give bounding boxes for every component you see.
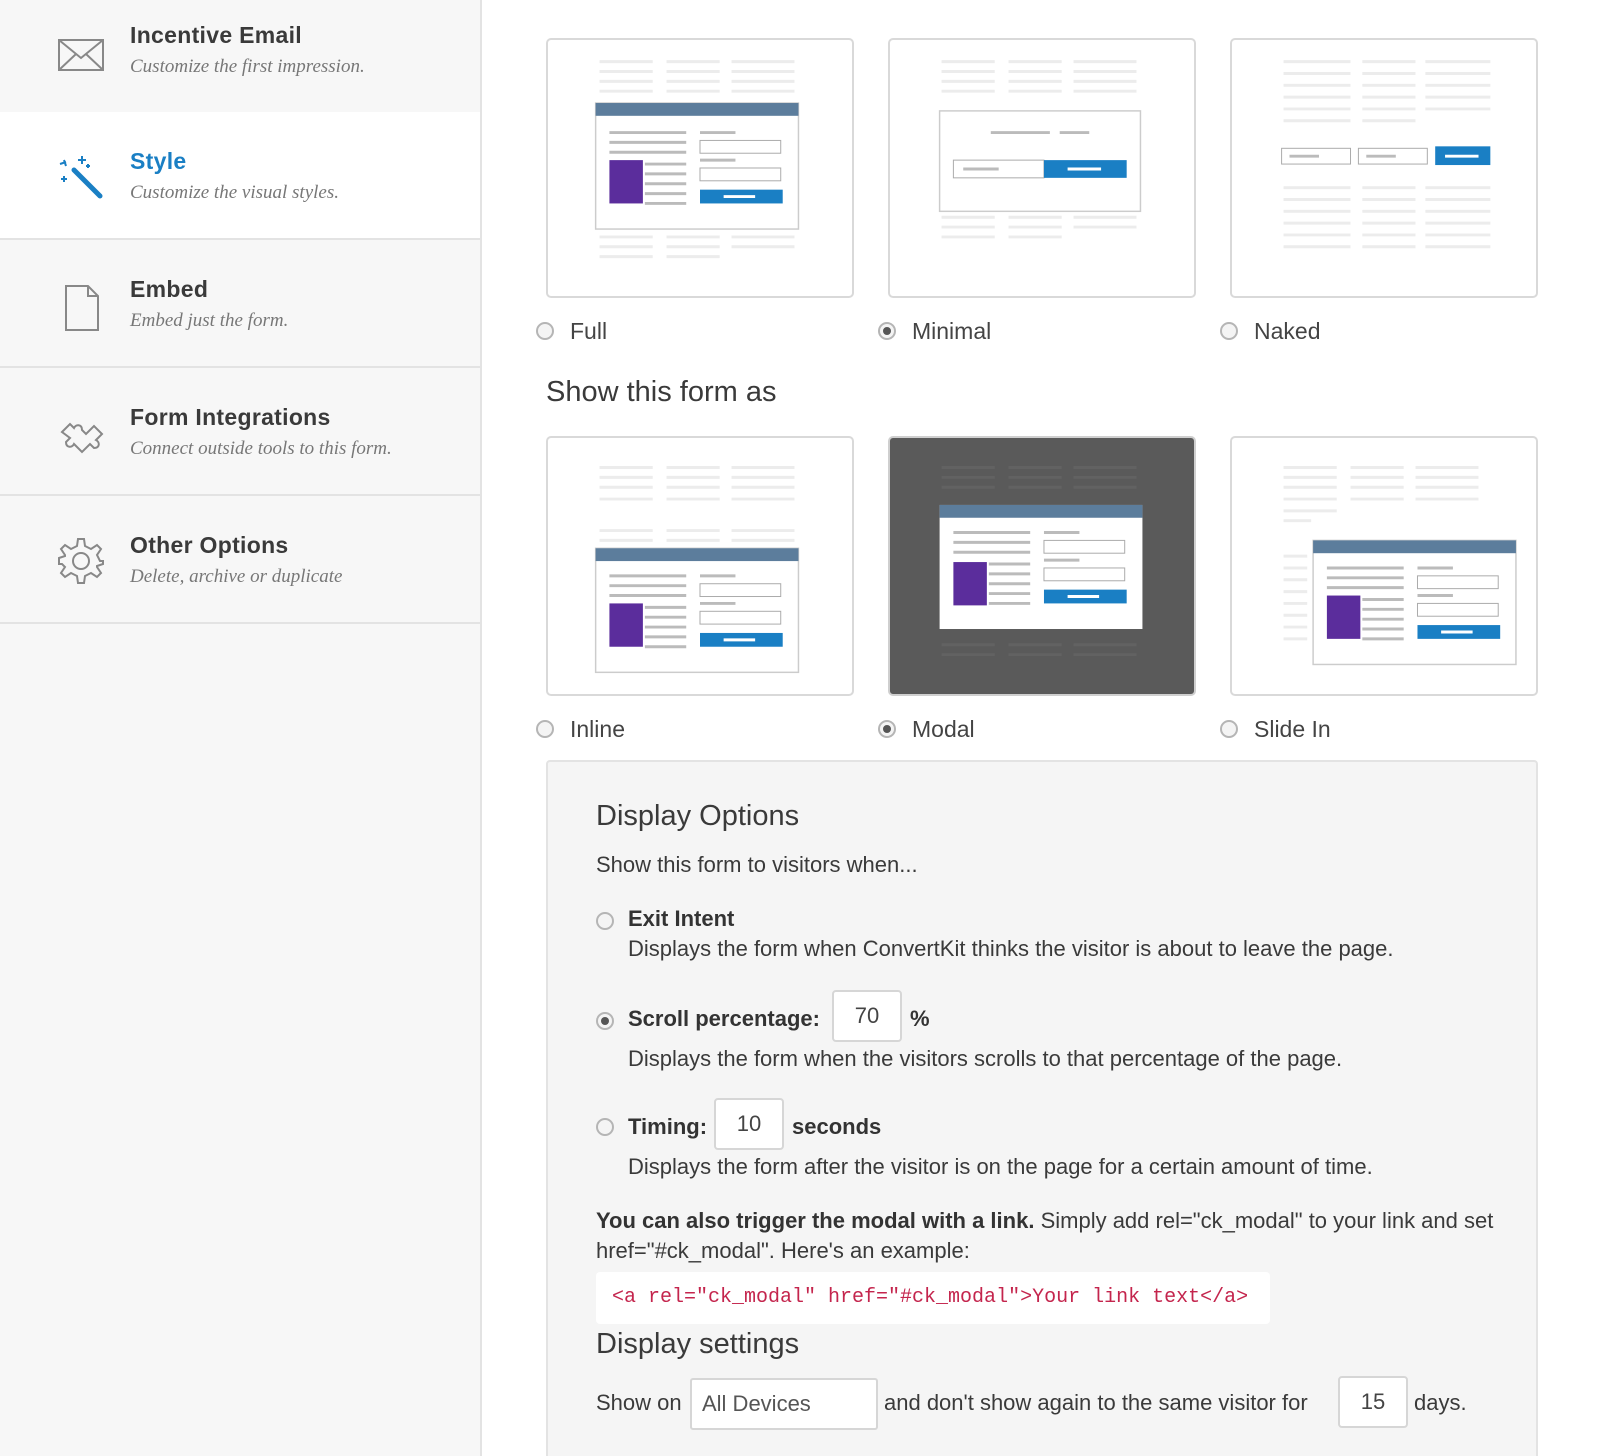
puzzle-icon <box>56 408 106 458</box>
timing-description: Displays the form after the visitor is o… <box>628 1154 1373 1179</box>
sidebar-item-embed[interactable]: Embed Embed just the form. <box>0 240 480 368</box>
full-layout-thumbnail <box>594 60 800 259</box>
magic-wand-icon <box>56 152 106 202</box>
radio-label: Inline <box>570 715 625 742</box>
repeat-visitor-text: and don't show again to the same visitor… <box>884 1390 1308 1415</box>
gear-icon <box>56 536 106 586</box>
display-options-heading: Display Options <box>596 800 800 832</box>
display-settings-heading: Display settings <box>596 1328 800 1360</box>
scroll-percentage-description: Displays the form when the visitors scro… <box>628 1046 1343 1071</box>
minimal-layout-thumbnail <box>938 60 1142 239</box>
layout-card-naked[interactable] <box>1230 38 1538 298</box>
exit-intent-description: Displays the form when ConvertKit thinks… <box>628 936 1394 961</box>
exit-intent-title: Exit Intent <box>628 906 735 931</box>
sidebar-item-subtitle: Embed just the form. <box>130 310 289 331</box>
modal-trigger-note: You can also trigger the modal with a li… <box>596 1206 1496 1266</box>
layout-card-full[interactable] <box>546 38 854 298</box>
inline-thumbnail <box>594 466 800 674</box>
sidebar-item-subtitle: Connect outside tools to this form. <box>130 438 392 459</box>
radio-label: Minimal <box>912 317 992 344</box>
exit-intent-radio[interactable] <box>596 912 614 930</box>
main-content: Full Minimal Naked Show this form as Inl… <box>482 0 1608 1456</box>
naked-layout-thumbnail <box>1281 60 1491 249</box>
sidebar-item-form-integrations[interactable]: Form Integrations Connect outside tools … <box>0 368 480 496</box>
modal-thumbnail <box>939 466 1143 657</box>
sidebar-item-subtitle: Delete, archive or duplicate <box>130 566 343 587</box>
radio-label: Full <box>570 317 608 344</box>
timing-radio[interactable] <box>596 1118 614 1136</box>
radio-button[interactable] <box>536 322 554 340</box>
layout-radio-full[interactable]: Full <box>536 316 607 346</box>
layout-radio-naked[interactable]: Naked <box>1220 316 1320 346</box>
show-as-card-modal[interactable] <box>888 436 1196 696</box>
slide-in-thumbnail <box>1283 466 1517 666</box>
sidebar-item-title: Form Integrations <box>130 404 331 430</box>
radio-button[interactable] <box>1220 720 1238 738</box>
days-label: days. <box>1414 1390 1467 1415</box>
sidebar-item-title: Style <box>130 148 187 174</box>
display-options-panel: Display Options Show this form to visito… <box>546 760 1538 1456</box>
radio-label: Slide In <box>1254 715 1331 742</box>
show-as-radio-inline[interactable]: Inline <box>536 714 625 744</box>
show-as-radio-modal[interactable]: Modal <box>878 714 975 744</box>
radio-label: Naked <box>1254 317 1321 344</box>
sidebar-item-incentive-email[interactable]: Incentive Email Customize the first impr… <box>0 0 480 128</box>
radio-button[interactable] <box>1220 322 1238 340</box>
timing-seconds-input[interactable]: 10 <box>714 1098 784 1150</box>
sidebar-item-subtitle: Customize the first impression. <box>130 56 365 77</box>
radio-button[interactable] <box>878 720 896 738</box>
show-as-card-slide-in[interactable] <box>1230 436 1538 696</box>
layout-card-minimal[interactable] <box>888 38 1196 298</box>
modal-link-code-example[interactable]: <a rel="ck_modal" href="#ck_modal">Your … <box>596 1272 1270 1324</box>
envelope-icon <box>56 30 106 80</box>
radio-button[interactable] <box>536 720 554 738</box>
timing-title: Timing: <box>628 1114 708 1139</box>
sidebar-item-other-options[interactable]: Other Options Delete, archive or duplica… <box>0 496 480 624</box>
sidebar-item-subtitle: Customize the visual styles. <box>130 182 339 203</box>
sidebar: Incentive Email Customize the first impr… <box>0 0 482 1456</box>
sidebar-item-title: Incentive Email <box>130 22 302 48</box>
radio-button[interactable] <box>878 322 896 340</box>
radio-label: Modal <box>912 715 975 742</box>
scroll-percentage-unit: % <box>910 1006 930 1031</box>
sidebar-item-style[interactable]: Style Customize the visual styles. <box>0 112 480 240</box>
scroll-percentage-title: Scroll percentage: <box>628 1006 820 1031</box>
show-on-label: Show on <box>596 1390 682 1415</box>
show-as-radio-slide-in[interactable]: Slide In <box>1220 714 1331 744</box>
display-options-intro: Show this form to visitors when... <box>596 852 918 877</box>
layout-radio-minimal[interactable]: Minimal <box>878 316 991 346</box>
scroll-percentage-input[interactable]: 70 <box>832 990 902 1042</box>
sidebar-item-title: Other Options <box>130 532 289 558</box>
device-select[interactable]: All Devices <box>690 1378 878 1430</box>
document-icon <box>56 282 106 332</box>
sidebar-item-title: Embed <box>130 276 209 302</box>
days-input[interactable]: 15 <box>1338 1376 1408 1428</box>
scroll-percentage-radio[interactable] <box>596 1012 614 1030</box>
modal-trigger-note-bold: You can also trigger the modal with a li… <box>596 1208 1035 1233</box>
show-as-card-inline[interactable] <box>546 436 854 696</box>
show-form-as-heading: Show this form as <box>546 376 777 408</box>
timing-unit: seconds <box>792 1114 882 1139</box>
